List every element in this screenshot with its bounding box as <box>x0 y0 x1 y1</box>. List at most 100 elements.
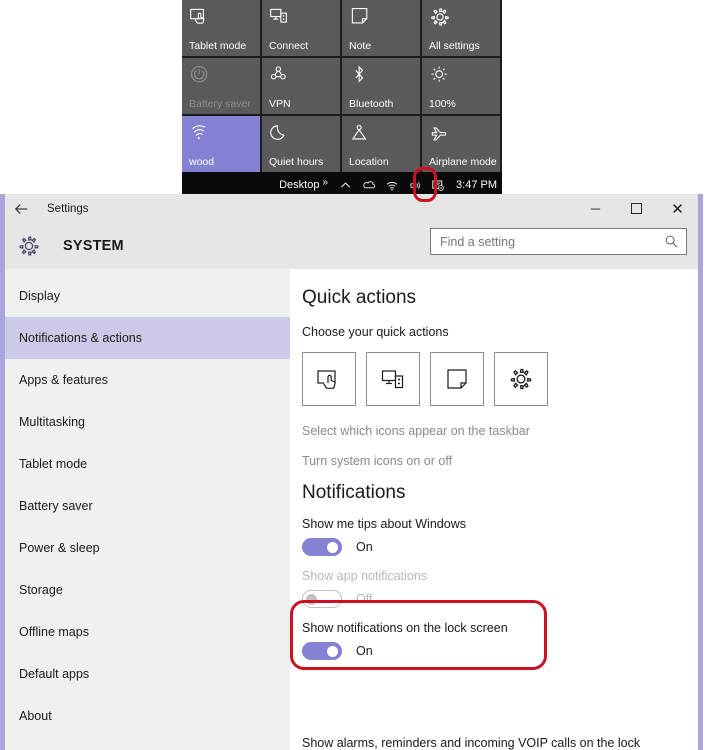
action-center-icon[interactable] <box>430 178 445 193</box>
quick-action-tile[interactable]: Location <box>342 116 420 172</box>
toggle-state-label: On <box>356 540 373 554</box>
notification-setting-label: Show me tips about Windows <box>302 517 466 531</box>
wifi-icon <box>189 122 211 144</box>
quick-action-tile[interactable]: VPN <box>262 58 340 114</box>
notification-toggle-row: On <box>302 538 698 556</box>
battery-saver-icon <box>189 64 211 86</box>
sidebar-item-label: Battery saver <box>19 499 93 513</box>
volume-icon[interactable] <box>407 178 422 193</box>
sidebar-item-label: Default apps <box>19 667 90 681</box>
window-title: Settings <box>47 202 89 215</box>
quick-action-tile[interactable]: Tablet mode <box>182 0 260 56</box>
notification-setting: Show app notifications Off <box>302 569 698 608</box>
toggle-switch[interactable] <box>302 538 342 556</box>
notification-settings-list: Show me tips about Windows On Show app not… <box>302 517 698 660</box>
notification-toggle-row: On <box>302 642 698 660</box>
sidebar-item-display[interactable]: Display <box>5 275 290 317</box>
minimize-button[interactable]: ─ <box>575 194 616 223</box>
quick-action-tile-label: Note <box>349 40 372 52</box>
notification-setting-label: Show notifications on the lock screen <box>302 621 508 635</box>
sidebar-item-offline-maps[interactable]: Offline maps <box>5 611 290 653</box>
onedrive-icon[interactable] <box>361 178 376 193</box>
sidebar-item-label: Multitasking <box>19 415 85 429</box>
toggle-state-label: On <box>356 644 373 658</box>
sidebar-item-power-sleep[interactable]: Power & sleep <box>5 527 290 569</box>
link-turn-system-icons[interactable]: Turn system icons on or off <box>302 454 698 468</box>
quick-action-tablet-mode-button[interactable] <box>302 352 356 406</box>
vpn-icon <box>269 64 291 86</box>
quick-action-tile-label: Quiet hours <box>269 156 324 168</box>
sidebar-item-about[interactable]: About <box>5 695 290 737</box>
action-center-panel: Tablet mode Connect Note All settings Batter… <box>182 0 502 172</box>
quick-action-tile-label: Airplane mode <box>429 156 497 168</box>
sidebar-item-tablet-mode[interactable]: Tablet mode <box>5 443 290 485</box>
sidebar-item-storage[interactable]: Storage <box>5 569 290 611</box>
notifications-heading: Notifications <box>302 482 406 503</box>
sidebar-item-apps-features[interactable]: Apps & features <box>5 359 290 401</box>
search-input[interactable] <box>440 234 664 249</box>
quick-action-tile[interactable]: Bluetooth <box>342 58 420 114</box>
quick-actions-heading: Quick actions <box>302 287 417 308</box>
notification-setting: Show me tips about Windows On <box>302 517 698 556</box>
taskbar-clock[interactable]: 3:47 PM <box>456 179 497 191</box>
sidebar-item-multitasking[interactable]: Multitasking <box>5 401 290 443</box>
window-body: Display Notifications & actions Apps & fea… <box>5 269 698 750</box>
quick-action-tile[interactable]: Connect <box>262 0 340 56</box>
toggle-switch[interactable] <box>302 642 342 660</box>
sidebar-item-notifications-actions[interactable]: Notifications & actions <box>5 317 290 359</box>
note-icon <box>349 6 371 28</box>
gear-icon <box>429 6 451 28</box>
link-select-taskbar-icons[interactable]: Select which icons appear on the taskbar <box>302 424 698 438</box>
notification-setting: Show notifications on the lock screen On <box>302 621 698 660</box>
quick-action-note-button[interactable] <box>430 352 484 406</box>
quick-action-tile-label: Tablet mode <box>189 40 247 52</box>
sidebar: Display Notifications & actions Apps & fea… <box>5 269 290 750</box>
show-hidden-icons-icon[interactable] <box>338 178 353 193</box>
sidebar-item-label: Notifications & actions <box>19 331 142 345</box>
quick-action-tile-label: Battery saver <box>189 98 251 110</box>
quick-action-connect-button[interactable] <box>366 352 420 406</box>
taskbar-desktop-label[interactable]: Desktop <box>279 179 319 191</box>
quick-action-tile[interactable]: Quiet hours <box>262 116 340 172</box>
settings-window: Settings ─ ✕ SYSTEM Find a setting Displ… <box>0 194 703 750</box>
moon-icon <box>269 122 291 144</box>
sidebar-item-default-apps[interactable]: Default apps <box>5 653 290 695</box>
bluetooth-icon <box>349 64 371 86</box>
content-pane: Quick actions Choose your quick actions <box>290 269 698 750</box>
quick-action-tile-label: Connect <box>269 40 309 52</box>
quick-action-tile[interactable]: All settings <box>422 0 500 56</box>
quick-action-all-settings-button[interactable] <box>494 352 548 406</box>
back-button[interactable] <box>5 194 39 223</box>
taskbar-overflow-chevrons[interactable]: » <box>322 177 328 188</box>
sidebar-item-label: About <box>19 709 52 723</box>
close-button[interactable]: ✕ <box>657 194 698 223</box>
search-field-wrapper[interactable] <box>430 228 687 255</box>
airplane-icon <box>429 122 451 144</box>
screenshot-root: Tablet mode Connect Note All settings Batter… <box>0 0 709 750</box>
page-title: SYSTEM <box>63 238 124 254</box>
search-icon[interactable] <box>664 234 679 249</box>
quick-action-tile[interactable]: Note <box>342 0 420 56</box>
toggle-knob <box>306 594 317 605</box>
quick-action-tile-label: VPN <box>269 98 291 110</box>
toggle-state-label: Off <box>356 592 373 606</box>
quick-action-tile[interactable]: Airplane mode <box>422 116 500 172</box>
network-icon[interactable] <box>384 178 399 193</box>
toggle-switch <box>302 590 342 608</box>
quick-action-tile-label: 100% <box>429 98 456 110</box>
quick-action-tile[interactable]: Battery saver <box>182 58 260 114</box>
gear-icon <box>15 232 43 260</box>
sidebar-item-label: Power & sleep <box>19 541 100 555</box>
sidebar-item-label: Tablet mode <box>19 457 88 471</box>
toggle-knob <box>327 646 338 657</box>
sidebar-item-label: Apps & features <box>19 373 108 387</box>
sidebar-item-label: Offline maps <box>19 625 89 639</box>
sidebar-item-label: Storage <box>19 583 63 597</box>
location-icon <box>349 122 371 144</box>
sidebar-item-battery-saver[interactable]: Battery saver <box>5 485 290 527</box>
notification-toggle-row: Off <box>302 590 698 608</box>
maximize-button[interactable] <box>616 194 657 223</box>
quick-action-tile[interactable]: 100% <box>422 58 500 114</box>
quick-action-tile[interactable]: wood <box>182 116 260 172</box>
quick-action-tile-label: Bluetooth <box>349 98 394 110</box>
